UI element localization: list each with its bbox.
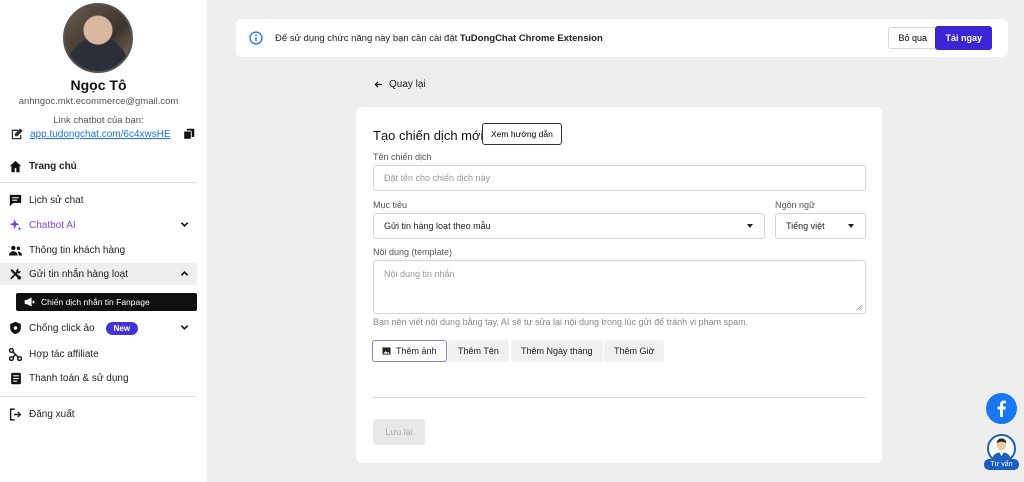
consult-button[interactable]: Tư vấn — [984, 434, 1019, 472]
sidebar-item-label: Thanh toán & sử dụng — [29, 372, 129, 384]
chevron-down-icon[interactable] — [180, 220, 189, 229]
info-icon — [249, 31, 263, 45]
chatbot-link-label: Link chatbot của bạn: — [53, 115, 144, 126]
consultant-icon — [991, 438, 1012, 461]
content-textarea[interactable]: Nội dung tin nhắn — [373, 260, 866, 314]
content-hint: Bạn nên viết nội dung bằng tay, AI sẽ tự… — [373, 317, 749, 327]
language-label: Ngôn ngữ — [775, 200, 816, 210]
goal-label: Mục tiêu — [373, 200, 408, 210]
goal-value: Gửi tin hàng loạt theo mẫu — [384, 221, 491, 231]
back-link[interactable]: Quay lại — [374, 79, 426, 90]
sidebar-item-label: Thông tin khách hàng — [29, 244, 126, 256]
sidebar-item-billing[interactable]: Thanh toán & sử dụng — [0, 367, 197, 389]
add-date-button[interactable]: Thêm Ngày tháng — [511, 340, 603, 362]
edit-icon[interactable] — [10, 127, 24, 141]
content-placeholder: Nội dung tin nhắn — [384, 269, 455, 279]
affiliate-icon — [9, 347, 22, 361]
sidebar-subitem-fanpage-campaign[interactable]: Chiến dịch nhắn tin Fanpage — [16, 293, 197, 311]
users-icon — [9, 244, 22, 257]
sidebar-item-chatbot-ai[interactable]: Chatbot AI — [0, 214, 197, 236]
language-select[interactable]: Tiếng việt — [775, 213, 866, 239]
sidebar-item-label: Gửi tin nhắn hàng loạt — [29, 268, 128, 280]
home-icon — [9, 160, 22, 173]
tools-icon — [9, 268, 22, 281]
sidebar-item-label: Hợp tác affiliate — [29, 348, 99, 360]
chevron-down-icon[interactable] — [180, 323, 189, 332]
form-title: Tạo chiến dịch mới — [373, 128, 484, 143]
chatbot-link[interactable]: app.tudongchat.com/6c4xwsHE — [30, 129, 171, 140]
campaign-form-card: Tạo chiến dịch mới Xem hướng dẫn Tên chi… — [356, 107, 882, 463]
form-divider — [373, 397, 866, 398]
arrow-left-icon — [374, 81, 383, 88]
consult-label: Tư vấn — [984, 459, 1019, 470]
chat-icon — [9, 194, 22, 207]
add-image-button[interactable]: Thêm ảnh — [372, 340, 447, 362]
sidebar-item-chat-history[interactable]: Lịch sử chat — [0, 189, 197, 211]
megaphone-icon — [24, 297, 35, 307]
sidebar-item-label: Chatbot AI — [29, 219, 76, 231]
copy-icon[interactable] — [182, 128, 195, 140]
sidebar-item-home[interactable]: Trang chủ — [0, 155, 197, 177]
facebook-icon — [997, 400, 1006, 417]
sidebar-item-label: Lịch sử chat — [29, 194, 84, 206]
sidebar-item-customer-info[interactable]: Thông tin khách hàng — [0, 239, 197, 261]
sidebar-item-label: Trang chủ — [29, 160, 77, 172]
back-label: Quay lại — [389, 79, 426, 90]
sidebar-item-affiliate[interactable]: Hợp tác affiliate — [0, 343, 197, 365]
user-email: anhngoc.mkt.ecommerce@gmail.com — [18, 96, 179, 107]
add-time-button[interactable]: Thêm Giờ — [604, 340, 665, 362]
shield-icon — [9, 321, 22, 335]
resize-handle-icon[interactable] — [856, 304, 863, 311]
extension-banner: Để sử dụng chức năng này bạn cần cài đặt… — [236, 19, 1008, 57]
caret-down-icon — [747, 224, 753, 228]
sidebar-item-label: Đăng xuất — [29, 408, 75, 420]
extension-name: TuDongChat Chrome Extension — [459, 32, 603, 44]
sidebar-subitem-label: Chiến dịch nhắn tin Fanpage — [41, 297, 150, 307]
image-icon — [382, 347, 391, 355]
language-value: Tiếng việt — [786, 221, 825, 231]
user-name: Ngọc Tô — [70, 77, 127, 93]
content-label: Nội dung (template) — [373, 247, 453, 257]
campaign-name-placeholder: Đặt tên cho chiến dịch này — [384, 173, 491, 183]
banner-message: Để sử dụng chức năng này bạn cần cài đặt… — [275, 32, 603, 44]
sidebar-item-logout[interactable]: Đăng xuất — [0, 403, 197, 425]
chatbot-link-row: app.tudongchat.com/6c4xwsHE — [10, 127, 195, 141]
facebook-button[interactable] — [986, 393, 1017, 424]
sidebar-divider — [0, 396, 197, 397]
add-name-button[interactable]: Thêm Tên — [448, 340, 509, 362]
download-now-button[interactable]: Tải ngay — [935, 26, 992, 50]
skip-button[interactable]: Bỏ qua — [888, 27, 937, 49]
sidebar-item-label: Chống click ảo — [29, 322, 95, 334]
caret-down-icon — [848, 224, 854, 228]
campaign-name-input[interactable]: Đặt tên cho chiến dịch này — [373, 165, 866, 191]
new-badge: New — [105, 321, 139, 335]
chevron-up-icon[interactable] — [180, 269, 189, 278]
sidebar-item-anti-click[interactable]: Chống click ảo New — [0, 317, 197, 339]
goal-select[interactable]: Gửi tin hàng loạt theo mẫu — [373, 213, 765, 239]
save-button[interactable]: Lưu lại — [373, 419, 425, 445]
campaign-name-label: Tên chiến dịch — [373, 152, 432, 162]
logout-icon — [9, 408, 22, 421]
sparkle-icon — [9, 219, 22, 232]
avatar[interactable] — [63, 3, 133, 73]
view-guide-button[interactable]: Xem hướng dẫn — [482, 123, 562, 145]
sidebar-divider — [0, 182, 197, 183]
sidebar-item-bulk-message[interactable]: Gửi tin nhắn hàng loạt — [0, 263, 197, 285]
billing-list-icon — [9, 372, 22, 385]
sidebar: Ngọc Tô anhngoc.mkt.ecommerce@gmail.com … — [0, 0, 207, 482]
